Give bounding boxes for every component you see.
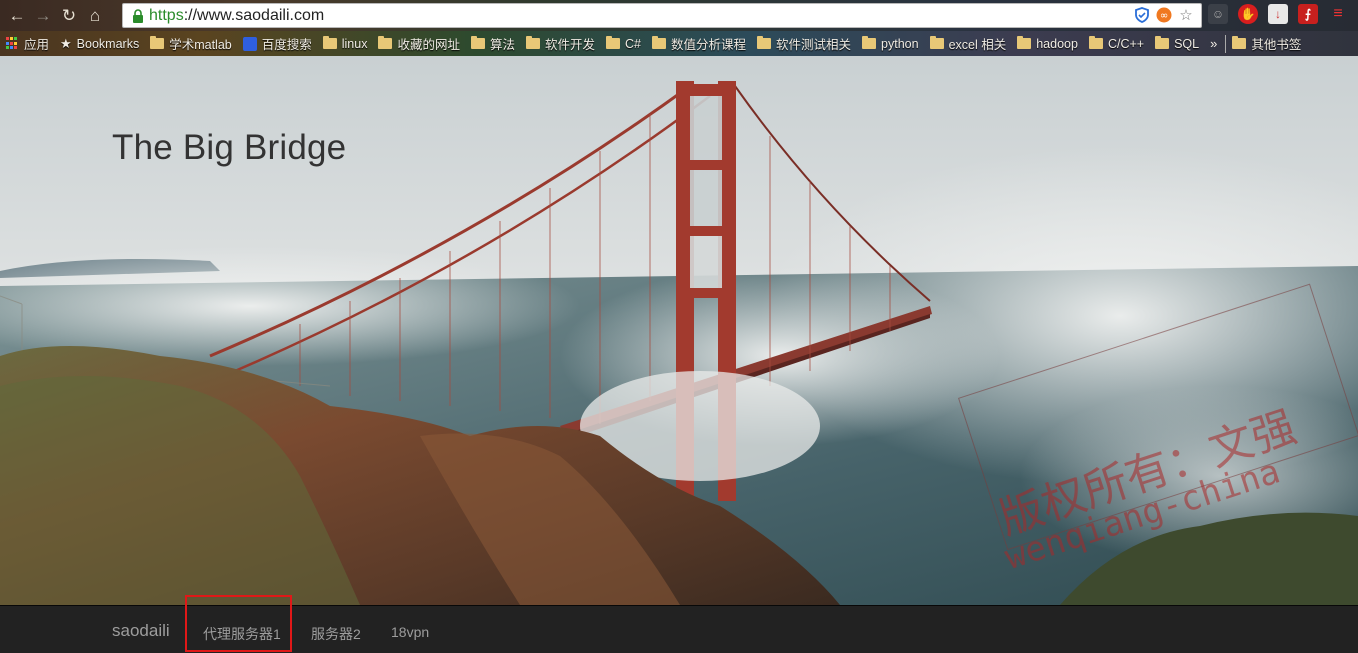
download-extension-icon[interactable]: ↓ — [1268, 4, 1288, 24]
folder-icon — [1155, 36, 1170, 49]
bookmark-folder[interactable]: C/C++ — [1088, 36, 1144, 51]
navbar-brand[interactable]: saodaili — [112, 621, 170, 641]
svg-text:∞: ∞ — [1160, 11, 1168, 22]
shield-extension-icon[interactable] — [1133, 6, 1151, 24]
folder-icon — [606, 36, 621, 49]
bookmark-apps[interactable]: 应用 — [6, 34, 49, 53]
bookmark-folder[interactable]: 算法 — [470, 34, 515, 53]
bookmark-folder[interactable]: SQL — [1155, 36, 1199, 51]
folder-icon — [652, 36, 666, 49]
folder-icon — [322, 36, 337, 49]
infinity-extension-icon[interactable]: ∞ — [1155, 6, 1173, 24]
bookmarks-separator — [1225, 34, 1227, 53]
ghost-extension-icon[interactable]: ☺ — [1208, 4, 1228, 24]
folder-icon — [929, 36, 944, 49]
bookmark-folder[interactable]: excel 相关 — [929, 34, 1006, 53]
folder-icon — [757, 36, 772, 49]
nav-link-proxy-server-1[interactable]: 代理服务器1 — [203, 624, 281, 644]
folder-icon — [862, 36, 877, 49]
folder-icon — [378, 36, 393, 49]
acrobat-icon[interactable]: ⨍ — [1298, 4, 1318, 24]
address-bar[interactable]: https://www.saodaili.com ∞ ☆ — [122, 3, 1202, 28]
home-icon[interactable]: ⌂ — [82, 3, 108, 29]
apps-grid-icon — [6, 37, 19, 50]
hero-banner: The Big Bridge 版权所有：文强 wenqiang-china — [0, 56, 1358, 605]
folder-icon — [1088, 36, 1103, 49]
reload-icon[interactable]: ↻ — [56, 3, 82, 29]
url-text: https://www.saodaili.com — [149, 6, 325, 24]
bookmark-folder[interactable]: 学术matlab — [150, 34, 232, 53]
folder-icon — [470, 36, 485, 49]
folder-icon — [1232, 36, 1247, 49]
folder-icon — [1017, 36, 1032, 49]
bookmarks-overflow-button[interactable]: » — [1210, 36, 1217, 51]
bookmark-folder[interactable]: linux — [322, 36, 367, 51]
hero-title: The Big Bridge — [112, 128, 347, 167]
bookmark-folder[interactable]: 软件测试相关 — [757, 34, 851, 53]
other-bookmarks[interactable]: 其他书签 — [1232, 34, 1301, 53]
adblock-icon[interactable]: ✋ — [1238, 4, 1258, 24]
bookmark-bookmarks[interactable]: ★ Bookmarks — [60, 36, 139, 52]
forward-icon[interactable]: → — [30, 3, 56, 29]
bookmark-baidu[interactable]: 百度搜索 — [242, 34, 312, 53]
menu-icon[interactable]: ≡ — [1328, 4, 1348, 24]
lock-icon — [129, 7, 147, 25]
site-navbar: saodaili 代理服务器1 服务器2 18vpn — [0, 595, 1358, 653]
bookmark-folder[interactable]: python — [862, 36, 919, 51]
baidu-icon — [242, 36, 257, 51]
bookmark-folder[interactable]: 收藏的网址 — [378, 34, 460, 53]
bookmark-star-icon[interactable]: ☆ — [1177, 6, 1195, 24]
bookmark-folder[interactable]: 软件开发 — [526, 34, 595, 53]
star-icon: ★ — [60, 35, 72, 51]
nav-link-server-2[interactable]: 服务器2 — [311, 624, 361, 644]
browser-toolbar: ← → ↻ ⌂ https://www.saodaili.com ∞ ☆ ☺ ✋… — [0, 0, 1358, 31]
folder-icon — [526, 36, 540, 49]
bookmark-folder[interactable]: hadoop — [1017, 36, 1078, 51]
nav-link-18vpn[interactable]: 18vpn — [391, 624, 429, 640]
bookmark-folder[interactable]: C# — [606, 36, 641, 51]
bookmark-folder[interactable]: 数值分析课程 — [652, 34, 746, 53]
bookmarks-bar: 应用 ★ Bookmarks 学术matlab 百度搜索 linux 收藏的网址… — [0, 31, 1358, 56]
back-icon[interactable]: ← — [4, 3, 30, 29]
folder-icon — [150, 36, 165, 49]
